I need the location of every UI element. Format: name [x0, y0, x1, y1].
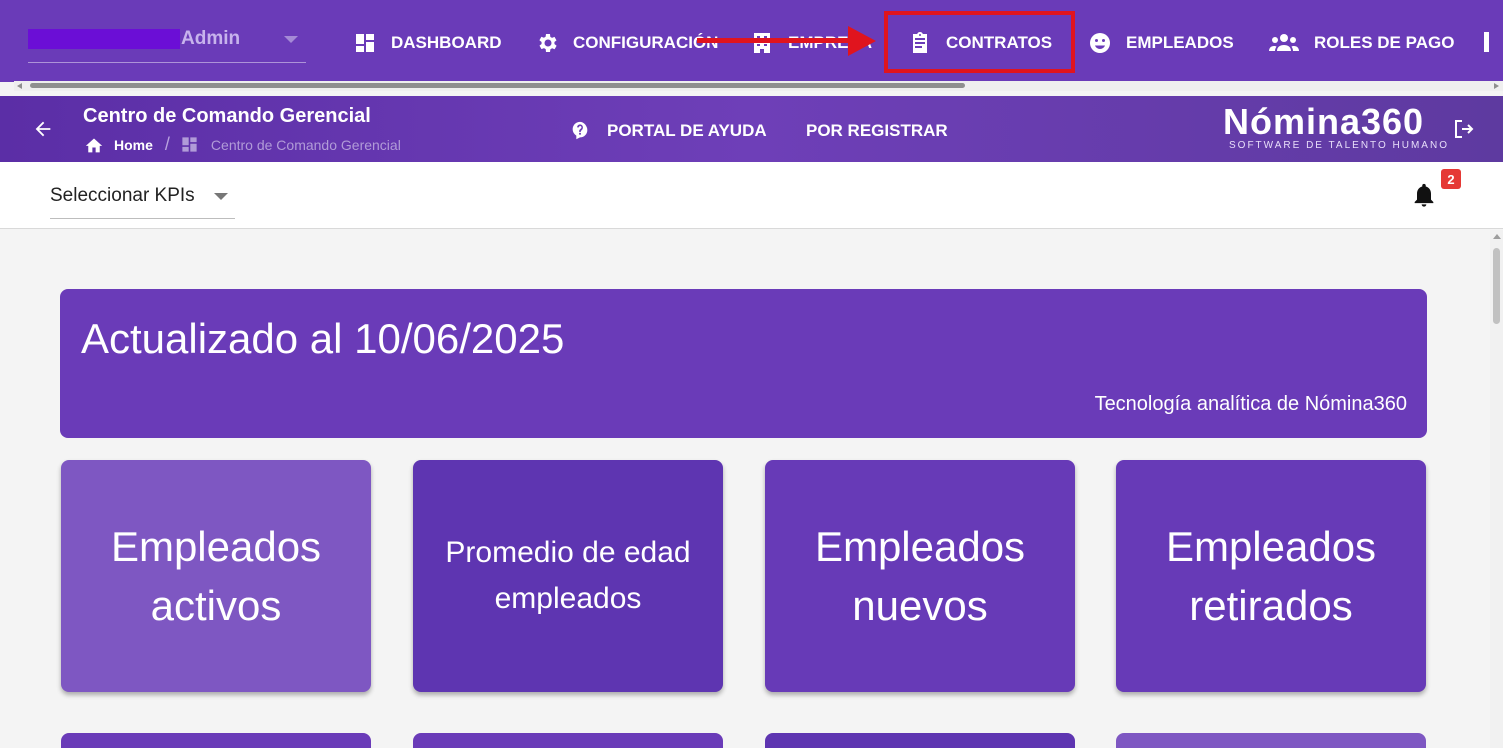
- kpi-card-label: Promedio de edad empleados: [445, 536, 691, 615]
- page-header: Centro de Comando Gerencial Home / Centr…: [0, 96, 1503, 162]
- face-icon: [1090, 33, 1110, 53]
- banner-subtitle: Tecnología analítica de Nómina360: [1094, 393, 1407, 415]
- update-banner: Actualizado al 10/06/2025 Tecnología ana…: [60, 289, 1427, 438]
- annotation-arrow-line: [697, 38, 857, 43]
- help-portal-link[interactable]: PORTAL DE AYUDA: [569, 120, 767, 142]
- brand-tagline: SOFTWARE DE TALENTO HUMANO: [1229, 140, 1449, 151]
- nav-configuracion-label: CONFIGURACIÓN: [573, 33, 719, 52]
- nav-empleados[interactable]: EMPLEADOS: [1088, 30, 1234, 56]
- horizontal-scrollbar-thumb[interactable]: [30, 83, 965, 88]
- gear-icon: [539, 34, 557, 52]
- breadcrumb-current: Centro de Comando Gerencial: [210, 136, 401, 153]
- kpi-toolbar: Seleccionar KPIs 2: [0, 162, 1503, 229]
- chevron-down-icon: [214, 193, 228, 200]
- chevron-down-icon: [284, 36, 298, 43]
- dashboard-icon: [356, 34, 374, 52]
- kpi-card-partial[interactable]: [765, 733, 1075, 748]
- nav-configuracion[interactable]: CONFIGURACIÓN: [535, 30, 718, 56]
- home-icon[interactable]: [84, 136, 104, 154]
- page-title: Centro de Comando Gerencial: [83, 105, 371, 127]
- vertical-scrollbar[interactable]: [1490, 230, 1503, 748]
- breadcrumb-home[interactable]: Home: [114, 137, 153, 153]
- kpi-card-empleados-activos[interactable]: Empleados activos: [61, 460, 371, 692]
- kpi-card-empleados-retirados[interactable]: Empleados retirados: [1116, 460, 1426, 692]
- user-selector[interactable]: Admin: [28, 26, 306, 63]
- breadcrumb: Home / Centro de Comando Gerencial: [84, 134, 401, 155]
- nav-dashboard-label: DASHBOARD: [391, 33, 502, 52]
- dashboard-icon: [182, 137, 197, 152]
- nav-dashboard[interactable]: DASHBOARD: [353, 30, 502, 56]
- nav-overflow-icon[interactable]: [1484, 32, 1489, 52]
- kpi-card-label: Empleados activos: [110, 523, 322, 629]
- kpi-card-partial[interactable]: [413, 733, 723, 748]
- banner-title: Actualizado al 10/06/2025: [81, 315, 565, 362]
- kpi-card-empleados-nuevos[interactable]: Empleados nuevos: [765, 460, 1075, 692]
- horizontal-scrollbar[interactable]: [14, 81, 1503, 91]
- nav-roles-de-pago-label: ROLES DE PAGO: [1314, 33, 1455, 52]
- redacted-username: [28, 29, 180, 49]
- building-icon: [754, 33, 770, 53]
- kpi-card-promedio-edad[interactable]: Promedio de edad empleados: [413, 460, 723, 692]
- scroll-right-icon[interactable]: [1494, 83, 1499, 89]
- annotation-arrow-head: [848, 26, 876, 56]
- logout-icon[interactable]: [1452, 117, 1476, 141]
- kpi-card-label: Empleados nuevos: [814, 523, 1026, 629]
- kpi-card-partial[interactable]: [61, 733, 371, 748]
- bell-icon[interactable]: [1410, 181, 1438, 209]
- help-portal-label: PORTAL DE AYUDA: [607, 121, 767, 140]
- back-arrow-icon[interactable]: [32, 118, 54, 140]
- notification-badge: 2: [1441, 169, 1461, 189]
- nav-empleados-label: EMPLEADOS: [1126, 33, 1234, 52]
- kpi-select-label: Seleccionar KPIs: [50, 185, 195, 206]
- kpi-select[interactable]: Seleccionar KPIs: [50, 183, 235, 219]
- brand-logo: Nómina360: [1223, 101, 1425, 142]
- kpi-card-partial[interactable]: [1116, 733, 1426, 748]
- vertical-scrollbar-thumb[interactable]: [1493, 248, 1500, 324]
- top-navbar: Admin DASHBOARD CONFIGURACIÓN EMPRESA CO…: [0, 0, 1503, 82]
- breadcrumb-separator: /: [164, 134, 170, 154]
- por-registrar-link[interactable]: POR REGISTRAR: [806, 121, 948, 141]
- scroll-up-icon[interactable]: [1493, 234, 1501, 239]
- help-icon: [572, 121, 588, 140]
- user-name: Admin: [181, 28, 241, 49]
- group-icon: [1269, 34, 1299, 51]
- kpi-card-label: Empleados retirados: [1165, 523, 1377, 629]
- nav-roles-de-pago[interactable]: ROLES DE PAGO: [1268, 30, 1454, 56]
- scroll-left-icon[interactable]: [17, 83, 22, 89]
- highlight-annotation-box: [884, 11, 1075, 73]
